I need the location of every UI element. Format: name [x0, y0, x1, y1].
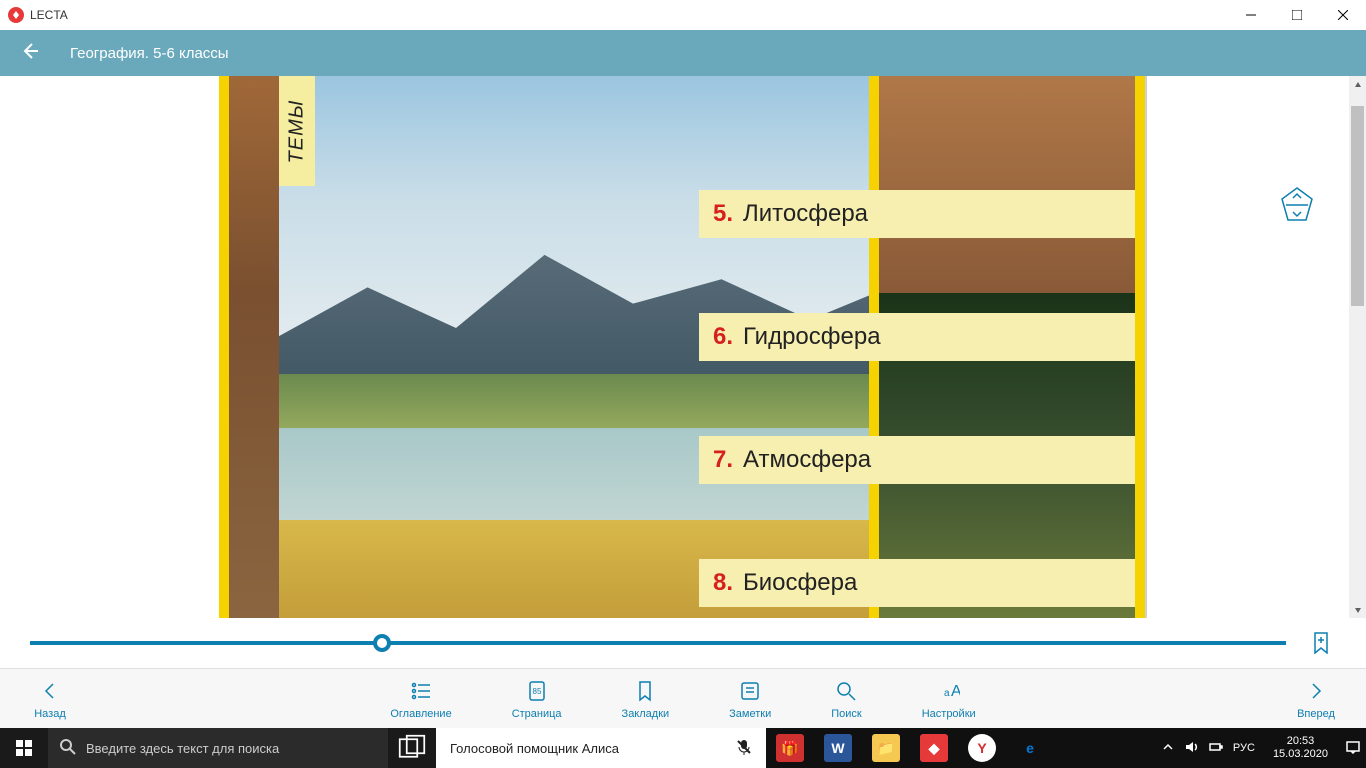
- page-slider-bar: [0, 618, 1366, 668]
- vertical-scrollbar[interactable]: [1349, 76, 1366, 618]
- taskbar-app-gift[interactable]: 🎁: [766, 728, 814, 768]
- tray-volume-icon[interactable]: [1185, 740, 1199, 757]
- svg-text:85: 85: [532, 687, 541, 696]
- task-view-button[interactable]: [388, 728, 436, 768]
- tray-clock[interactable]: 20:53 15.03.2020: [1265, 735, 1336, 761]
- page-label: Страница: [512, 708, 562, 720]
- page-icon: 85: [526, 678, 548, 704]
- topic-item[interactable]: 8. Биосфера: [699, 559, 1135, 607]
- nav-back-button[interactable]: Назад: [20, 678, 80, 720]
- system-tray: РУС 20:53 15.03.2020: [1155, 728, 1366, 768]
- alisa-bar[interactable]: Голосовой помощник Алиса: [436, 728, 766, 768]
- page-left-strip: [229, 76, 279, 618]
- topic-title: Атмосфера: [743, 446, 871, 474]
- tray-date: 15.03.2020: [1273, 748, 1328, 761]
- taskbar-app-explorer[interactable]: 📁: [862, 728, 910, 768]
- taskbar-app-word[interactable]: W: [814, 728, 862, 768]
- search-button[interactable]: Поиск: [831, 678, 861, 720]
- nav-forward-button[interactable]: Вперед: [1286, 678, 1346, 720]
- window-titlebar: LECTA: [0, 0, 1366, 30]
- bookmarks-label: Закладки: [622, 708, 670, 720]
- page-button[interactable]: 85 Страница: [512, 678, 562, 720]
- page-frame: ТЕМЫ 5. Литосфера 6. Гидросфера 7. Атмос…: [219, 76, 1147, 618]
- start-button[interactable]: [0, 728, 48, 768]
- content-area: ТЕМЫ 5. Литосфера 6. Гидросфера 7. Атмос…: [0, 76, 1366, 618]
- search-icon: [60, 739, 76, 758]
- chevron-right-icon: [1305, 678, 1327, 704]
- taskbar-app-lecta[interactable]: ◆: [910, 728, 958, 768]
- app-name: LECTA: [30, 8, 68, 22]
- topic-number: 7.: [713, 446, 733, 474]
- taskbar-search-placeholder: Введите здесь текст для поиска: [86, 741, 279, 756]
- svg-text:A: A: [951, 683, 960, 700]
- book-title: География. 5-6 классы: [70, 45, 229, 62]
- themes-tab-label: ТЕМЫ: [286, 99, 309, 163]
- taskbar-apps: 🎁 W 📁 ◆ Y e: [766, 728, 1054, 768]
- taskbar-app-edge[interactable]: e: [1006, 728, 1054, 768]
- tray-time: 20:53: [1273, 735, 1328, 748]
- page-slider[interactable]: [30, 641, 1286, 645]
- close-button[interactable]: [1320, 0, 1366, 30]
- scroll-down-icon[interactable]: [1349, 601, 1366, 618]
- app-logo-icon: [8, 7, 24, 23]
- nav-forward-label: Вперед: [1297, 708, 1335, 720]
- bottom-toolbar: Назад Оглавление 85 Страница Закладки За…: [0, 668, 1366, 728]
- taskbar-app-yandex[interactable]: Y: [958, 728, 1006, 768]
- topic-number: 8.: [713, 569, 733, 597]
- split-view-button[interactable]: [1278, 186, 1316, 224]
- add-bookmark-button[interactable]: [1306, 632, 1336, 654]
- bookmarks-button[interactable]: Закладки: [622, 678, 670, 720]
- topic-title: Литосфера: [743, 200, 868, 228]
- tray-battery-icon[interactable]: [1209, 740, 1223, 757]
- nav-back-label: Назад: [34, 708, 66, 720]
- notes-icon: [739, 678, 761, 704]
- list-icon: [410, 678, 432, 704]
- themes-tab: ТЕМЫ: [279, 76, 315, 186]
- search-label: Поиск: [831, 708, 861, 720]
- alisa-label: Голосовой помощник Алиса: [450, 741, 619, 756]
- tray-chevron-icon[interactable]: [1161, 740, 1175, 757]
- scroll-up-icon[interactable]: [1349, 76, 1366, 93]
- microphone-icon[interactable]: [736, 739, 752, 758]
- contents-label: Оглавление: [390, 708, 451, 720]
- maximize-button[interactable]: [1274, 0, 1320, 30]
- taskbar-search[interactable]: Введите здесь текст для поиска: [48, 728, 388, 768]
- chevron-left-icon: [39, 678, 61, 704]
- slider-thumb[interactable]: [373, 634, 391, 652]
- svg-text:a: a: [944, 688, 950, 699]
- tray-notifications-icon[interactable]: [1346, 740, 1360, 757]
- text-size-icon: aA: [938, 678, 960, 704]
- settings-button[interactable]: aA Настройки: [922, 678, 976, 720]
- topic-item[interactable]: 6. Гидросфера: [699, 313, 1135, 361]
- windows-taskbar: Введите здесь текст для поиска Голосовой…: [0, 728, 1366, 768]
- topic-number: 6.: [713, 323, 733, 351]
- notes-button[interactable]: Заметки: [729, 678, 771, 720]
- tray-language[interactable]: РУС: [1233, 742, 1255, 754]
- scrollbar-thumb[interactable]: [1351, 106, 1364, 306]
- minimize-button[interactable]: [1228, 0, 1274, 30]
- back-arrow-button[interactable]: [20, 41, 40, 66]
- app-header: География. 5-6 классы: [0, 30, 1366, 76]
- bookmark-icon: [634, 678, 656, 704]
- topic-title: Биосфера: [743, 569, 857, 597]
- notes-label: Заметки: [729, 708, 771, 720]
- settings-label: Настройки: [922, 708, 976, 720]
- topic-item[interactable]: 5. Литосфера: [699, 190, 1135, 238]
- contents-button[interactable]: Оглавление: [390, 678, 451, 720]
- topic-item[interactable]: 7. Атмосфера: [699, 436, 1135, 484]
- topic-number: 5.: [713, 200, 733, 228]
- search-icon: [835, 678, 857, 704]
- topic-title: Гидросфера: [743, 323, 881, 351]
